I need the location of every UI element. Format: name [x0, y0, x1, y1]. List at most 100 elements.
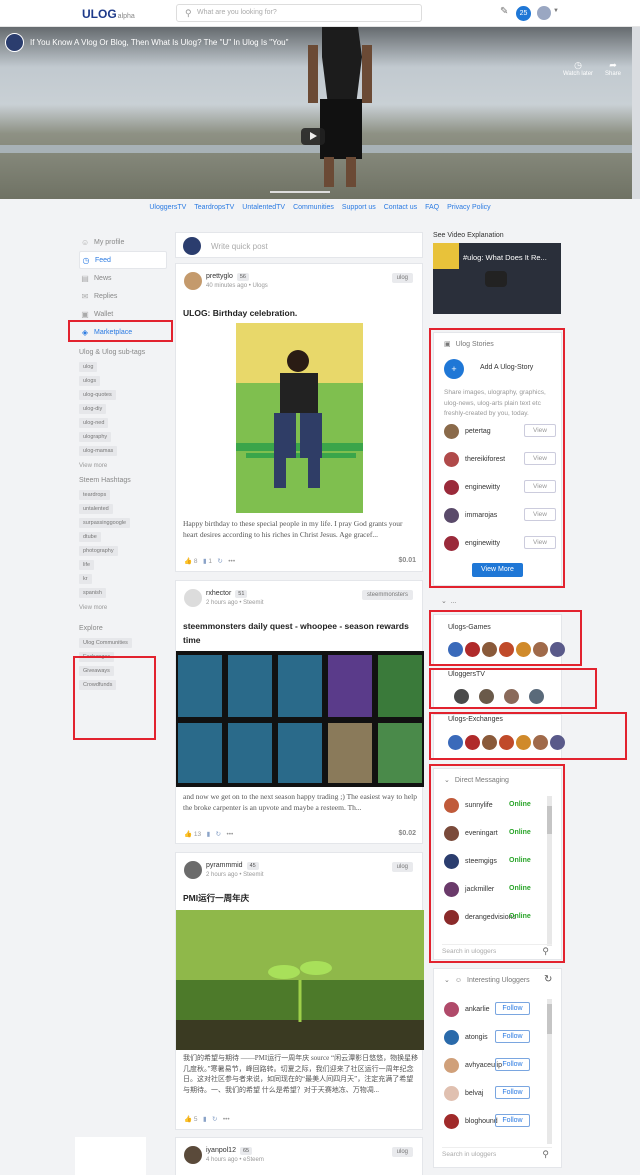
play-button[interactable] [301, 128, 325, 145]
post-title[interactable]: steemmonsters daily quest - whoopee - se… [183, 619, 417, 647]
post-image[interactable] [176, 910, 424, 1050]
comment-icon[interactable]: ▮ [203, 558, 207, 565]
post-community[interactable]: Steemit [243, 600, 263, 606]
view-more-link[interactable]: View more [79, 463, 167, 469]
nav-privacy-policy[interactable]: Privacy Policy [447, 204, 491, 211]
tag-chip[interactable]: ulography [79, 432, 112, 442]
watch-later-button[interactable]: ◷ Watch later [560, 60, 596, 77]
featured-video[interactable]: If You Know A Vlog Or Blog, Then What Is… [0, 27, 632, 199]
tag-chip[interactable]: surpassinggoogle [79, 518, 131, 528]
resteem-icon[interactable]: ↻ [216, 831, 221, 838]
follow-button[interactable]: Follow [495, 1114, 530, 1127]
author-name-text[interactable]: prettyglo [206, 273, 233, 280]
collapsed-section[interactable]: ⌄ ... [441, 597, 457, 605]
resteem-icon[interactable]: ↻ [212, 1116, 217, 1123]
tag-chip[interactable]: ulogs [79, 376, 101, 386]
follow-button[interactable]: Follow [495, 1086, 530, 1099]
notification-badge[interactable]: 25 [516, 6, 531, 21]
more-icon[interactable]: ••• [223, 1116, 230, 1123]
edit-icon[interactable]: ✎ [500, 6, 508, 17]
tag-chip[interactable]: ulog-mamas [79, 446, 118, 456]
search-icon[interactable]: ⚲ [542, 1149, 549, 1160]
author-avatar[interactable] [184, 861, 202, 879]
view-more-link[interactable]: View more [79, 605, 167, 611]
explanation-video[interactable]: #ulog: What Does It Re... [433, 243, 561, 314]
tag-chip[interactable]: life [79, 560, 95, 570]
post-community[interactable]: Steemit [243, 872, 263, 878]
tag-chip[interactable]: kr [79, 574, 92, 584]
post-community[interactable]: Ulogs [252, 283, 267, 289]
post-card[interactable]: rxhector 51 2 hours ago • Steemit steemmo… [175, 580, 424, 844]
tag-chip[interactable]: ulog [79, 362, 98, 372]
refresh-icon[interactable]: ↻ [544, 974, 552, 985]
tag-chip[interactable]: ulog-quotes [79, 390, 116, 400]
resteem-icon[interactable]: ↻ [217, 558, 222, 565]
author-name-text[interactable]: iyanpol12 [206, 1147, 236, 1154]
tag-chip[interactable]: ulog-ned [79, 418, 109, 428]
post-community[interactable]: eSteem [243, 1157, 264, 1163]
follow-button[interactable]: Follow [495, 1002, 530, 1015]
post-card[interactable]: iyanpol12 65 4 hours ago • eSteem ulog [175, 1137, 423, 1175]
nav-untalentedtv[interactable]: UntalentedTV [242, 204, 285, 211]
nav-teardropstv[interactable]: TeardropsTV [194, 204, 234, 211]
author-avatar[interactable] [184, 272, 202, 290]
scrollbar-thumb[interactable] [547, 1004, 552, 1034]
tag-chip[interactable]: teardrops [79, 490, 111, 500]
sidebar-item-replies[interactable]: ✉ Replies [79, 287, 167, 305]
more-icon[interactable]: ••• [228, 558, 235, 565]
post-payout[interactable]: $0.02 [398, 830, 416, 837]
upvote-icon[interactable]: 👍 [184, 558, 192, 565]
interesting-header[interactable]: ⌄ ☺ Interesting Uloggers [444, 976, 530, 985]
author-name[interactable]: rxhector 51 [206, 590, 248, 598]
share-button[interactable]: ➦ Share [601, 60, 625, 77]
author-name-text[interactable]: rxhector [206, 590, 231, 597]
quick-post-box[interactable]: Write quick post [175, 232, 423, 258]
post-title[interactable]: PMI运行一周年庆 [183, 891, 417, 905]
author-avatar[interactable] [184, 589, 202, 607]
post-image[interactable] [176, 651, 424, 787]
play-button[interactable] [485, 271, 507, 287]
video-title[interactable]: If You Know A Vlog Or Blog, Then What Is… [30, 38, 510, 47]
channel-avatar[interactable] [5, 33, 24, 52]
comment-icon[interactable]: ▮ [207, 831, 211, 838]
post-payout[interactable]: $0.01 [398, 557, 416, 564]
sidebar-item-news[interactable]: ▤ News [79, 269, 167, 287]
quick-post-input[interactable]: Write quick post [211, 242, 268, 251]
follow-button[interactable]: Follow [495, 1030, 530, 1043]
tag-chip[interactable]: untalented [79, 504, 113, 514]
chevron-down-icon[interactable]: ▼ [553, 8, 559, 14]
author-name[interactable]: iyanpol12 65 [206, 1147, 253, 1155]
upvote-icon[interactable]: 👍 [184, 831, 192, 838]
interesting-search-input[interactable]: Search in uloggers ⚲ [442, 1147, 552, 1161]
nav-faq[interactable]: FAQ [425, 204, 439, 211]
more-icon[interactable]: ••• [226, 831, 233, 838]
sidebar-item-my-profile[interactable]: ☺ My profile [79, 233, 167, 251]
post-image[interactable] [236, 323, 363, 513]
post-tag[interactable]: ulog [391, 862, 413, 872]
author-name[interactable]: prettyglo 56 [206, 273, 249, 281]
post-tag[interactable]: ulog [391, 273, 413, 283]
tag-chip[interactable]: spanish [79, 588, 106, 598]
explore-ulog-communities[interactable]: Ulog Communities [79, 638, 132, 648]
author-avatar[interactable] [184, 1146, 202, 1164]
post-tag[interactable]: ulog [391, 1147, 413, 1157]
follow-button[interactable]: Follow [495, 1058, 530, 1071]
nav-contact-us[interactable]: Contact us [384, 204, 417, 211]
sidebar-item-feed[interactable]: ◷ Feed [79, 251, 167, 269]
comment-icon[interactable]: ▮ [203, 1116, 207, 1123]
tag-chip[interactable]: photography [79, 546, 118, 556]
post-title[interactable]: ULOG: Birthday celebration. [183, 306, 417, 320]
post-tag[interactable]: steemmonsters [361, 590, 413, 600]
post-card[interactable]: pyrammmid 45 2 hours ago • Steemit ulog P… [175, 852, 424, 1130]
author-name[interactable]: pyrammmid 45 [206, 862, 259, 870]
post-card[interactable]: prettyglo 56 40 minutes ago • Ulogs ulog … [175, 263, 423, 572]
tag-chip[interactable]: dtube [79, 532, 101, 542]
tag-chip[interactable]: ulog-diy [79, 404, 107, 414]
search-input[interactable]: ⚲ What are you looking for? [176, 4, 422, 22]
author-name-text[interactable]: pyrammmid [206, 862, 243, 869]
upvote-icon[interactable]: 👍 [184, 1116, 192, 1123]
nav-communities[interactable]: Communities [293, 204, 334, 211]
interesting-scrollbar[interactable] [547, 999, 552, 1144]
nav-support-us[interactable]: Support us [342, 204, 376, 211]
nav-uloggerstv[interactable]: UloggersTV [149, 204, 186, 211]
